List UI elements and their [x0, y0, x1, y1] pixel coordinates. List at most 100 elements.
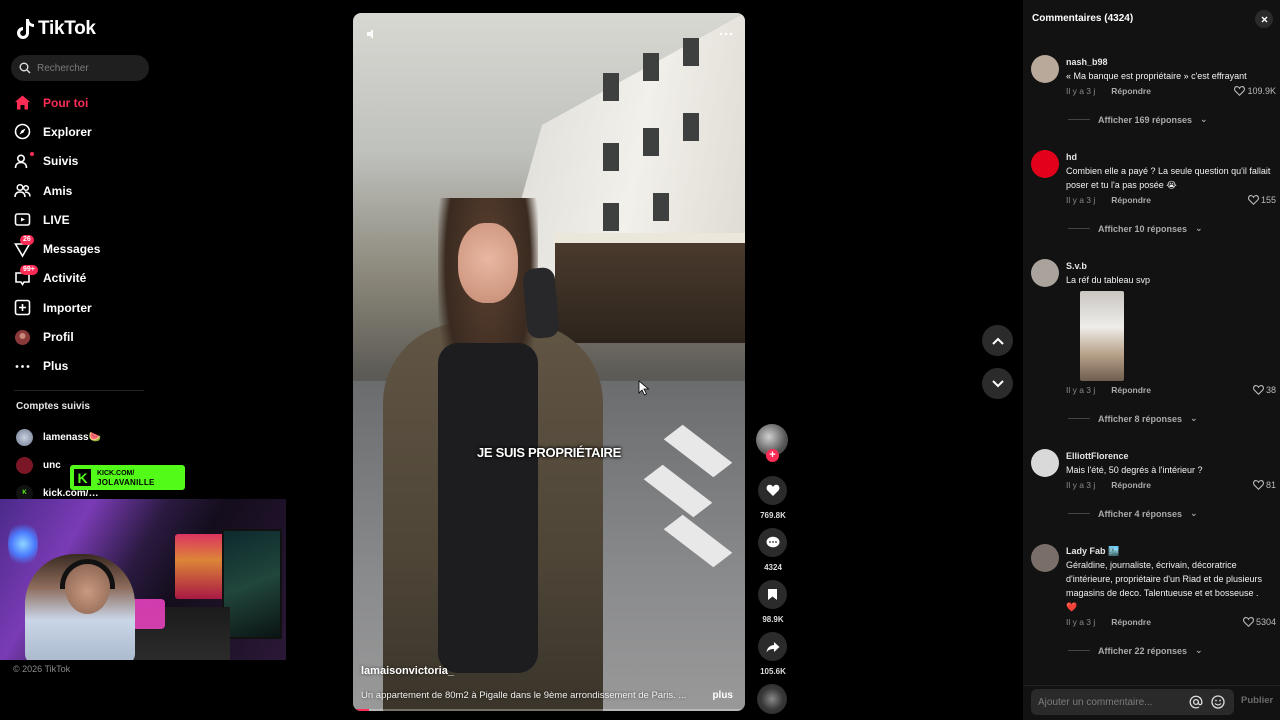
music-disc[interactable]: [757, 684, 787, 714]
show-replies-button[interactable]: Afficher 4 réponses ⌄: [1068, 508, 1198, 519]
show-replies-button[interactable]: Afficher 10 réponses ⌄: [1068, 223, 1203, 234]
comment-username[interactable]: ElliottFlorence: [1066, 451, 1129, 461]
comment-like-count: 38: [1265, 385, 1276, 395]
nav-item-profil[interactable]: Profil: [14, 322, 154, 351]
nav-item-importer[interactable]: Importer: [14, 293, 154, 322]
comment-like-button[interactable]: 81: [1253, 480, 1276, 490]
tiktok-logo[interactable]: TikTok: [16, 18, 96, 40]
reply-button[interactable]: Répondre: [1111, 480, 1151, 490]
avatar[interactable]: [1031, 449, 1059, 477]
comment-input[interactable]: [1038, 696, 1183, 708]
comment-like-button[interactable]: 109.9K: [1234, 86, 1276, 96]
avatar[interactable]: [1031, 55, 1059, 83]
friends-icon: [14, 182, 31, 199]
comment-username[interactable]: hd: [1066, 152, 1077, 162]
comment-username[interactable]: Lady Fab 🏙️: [1066, 546, 1119, 557]
nav-item-suivis[interactable]: Suivis: [14, 147, 154, 176]
live-icon: [14, 211, 31, 228]
reply-button[interactable]: Répondre: [1111, 617, 1151, 627]
nav-label: Explorer: [43, 124, 92, 139]
nav-label: Suivis: [43, 154, 79, 169]
share-arrow-icon: [766, 641, 779, 652]
avatar[interactable]: [1031, 150, 1059, 178]
nav-item-messages[interactable]: 26 Messages: [14, 234, 154, 263]
reply-button[interactable]: Répondre: [1111, 86, 1151, 96]
mention-icon[interactable]: [1189, 695, 1203, 709]
description-more-button[interactable]: plus: [712, 690, 733, 701]
mouse-cursor-icon: [638, 380, 650, 396]
nav-label: Profil: [43, 330, 74, 345]
avatar: [16, 428, 33, 446]
more-options-icon[interactable]: [719, 27, 733, 41]
avatar[interactable]: [1031, 259, 1059, 287]
comment-like-button[interactable]: 155: [1248, 195, 1276, 205]
comment-text: « Ma banque est propriétaire » c'est eff…: [1066, 71, 1247, 81]
reply-button[interactable]: Répondre: [1111, 195, 1151, 205]
video-player[interactable]: JE SUIS PROPRIÉTAIRE lamaisonvictoria_ U…: [353, 13, 745, 711]
save-count: 98.9K: [762, 615, 784, 624]
upload-icon: [14, 299, 31, 316]
show-replies-button[interactable]: Afficher 22 réponses ⌄: [1068, 645, 1203, 656]
tiktok-note-icon: [17, 19, 34, 39]
comment-like-button[interactable]: 5304: [1243, 617, 1276, 627]
save-button[interactable]: [758, 580, 787, 609]
search-input[interactable]: [37, 62, 137, 74]
comments-panel: Commentaires (4324) nash_b98 « Ma banque…: [1023, 0, 1280, 720]
nav-item-activite[interactable]: 99+ Activité: [14, 264, 154, 293]
kick-overlay-text: KICK.COM/ JOLAVANILLE: [97, 469, 155, 487]
comment-time: Il y a 3 j: [1066, 480, 1096, 490]
sidebar-divider: [14, 390, 144, 391]
video-author[interactable]: lamaisonvictoria_: [361, 665, 454, 677]
avatar[interactable]: [1031, 544, 1059, 572]
show-replies-button[interactable]: Afficher 8 réponses ⌄: [1068, 413, 1198, 424]
comment-time: Il y a 3 j: [1066, 195, 1096, 205]
more-icon: [14, 358, 31, 375]
followed-account[interactable]: lamenass🍉: [16, 423, 101, 451]
reply-button[interactable]: Répondre: [1111, 385, 1151, 395]
video-window: [603, 203, 619, 231]
kick-url: KICK.COM/: [97, 469, 135, 477]
comment-like-count: 5304: [1255, 617, 1276, 627]
messages-badge: 26: [20, 235, 34, 246]
previous-video-button[interactable]: [982, 325, 1013, 356]
comment-username[interactable]: S.v.b: [1066, 261, 1087, 271]
nav-item-pour-toi[interactable]: Pour toi: [14, 88, 154, 117]
share-button[interactable]: [758, 632, 787, 661]
volume-icon[interactable]: [365, 27, 379, 41]
like-button[interactable]: [758, 476, 787, 505]
nav-item-amis[interactable]: Amis: [14, 176, 154, 205]
profile-icon: [14, 329, 31, 346]
follow-plus-button[interactable]: +: [766, 449, 779, 462]
comment-input-box[interactable]: [1031, 689, 1234, 715]
avatar: [16, 456, 33, 474]
close-comments-button[interactable]: [1255, 10, 1273, 28]
nav-item-live[interactable]: LIVE: [14, 205, 154, 234]
nav-item-explorer[interactable]: Explorer: [14, 117, 154, 146]
publish-button[interactable]: Publier: [1241, 695, 1273, 706]
video-description: Un appartement de 80m2 à Pigalle dans le…: [361, 690, 687, 701]
video-person-face: [458, 223, 518, 303]
close-icon: [1261, 16, 1267, 22]
video-person-glove: [522, 266, 560, 340]
comment-meta: Il y a 3 j Répondre: [1066, 86, 1151, 96]
main-nav: Pour toi Explorer Suivis Amis LIVE 26 Me…: [14, 88, 154, 381]
comment-text: Combien elle a payé ? La seule question …: [1066, 166, 1271, 190]
video-window: [643, 128, 659, 156]
emoji-icon[interactable]: [1211, 695, 1225, 709]
show-replies-label: Afficher 8 réponses: [1098, 413, 1183, 424]
search-bar[interactable]: [11, 55, 149, 81]
nav-item-plus[interactable]: Plus: [14, 352, 154, 381]
comment-image-thumbnail[interactable]: [1080, 291, 1124, 381]
comment-button[interactable]: [758, 528, 787, 557]
next-video-button[interactable]: [982, 368, 1013, 399]
video-window: [643, 53, 659, 81]
video-progress-fill: [353, 709, 369, 711]
nav-label: Activité: [43, 271, 87, 286]
nav-label: Messages: [43, 242, 101, 257]
comment-username[interactable]: nash_b98: [1066, 57, 1108, 67]
comment-like-button[interactable]: 38: [1253, 385, 1276, 395]
sidebar: TikTok Pour toi Explorer Suivis Amis LIV…: [0, 0, 286, 720]
video-progress-bar[interactable]: [353, 709, 745, 711]
show-replies-button[interactable]: Afficher 169 réponses ⌄: [1068, 114, 1208, 125]
heart-outline-icon: [1234, 86, 1246, 96]
